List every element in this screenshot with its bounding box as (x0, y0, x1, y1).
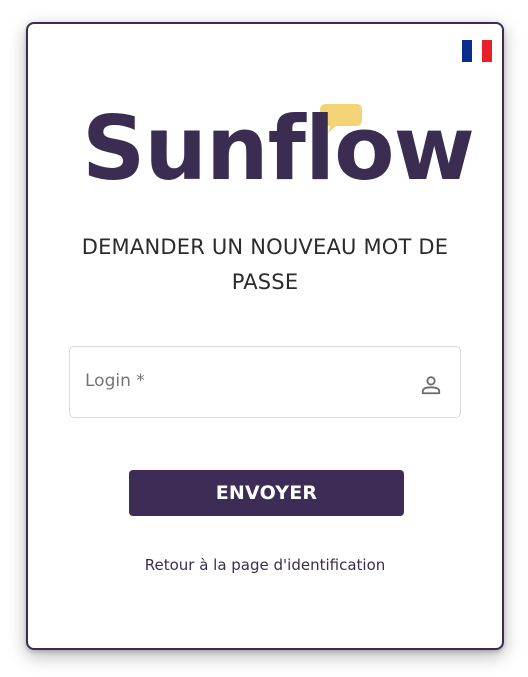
flag-red-stripe (482, 40, 492, 62)
sunflow-logo: Sunflow (82, 104, 475, 194)
page-title: DEMANDER UN NOUVEAU MOT DE PASSE (81, 235, 449, 294)
submit-button[interactable]: ENVOYER (129, 470, 404, 516)
flag-white-stripe (472, 40, 482, 62)
logo-text: Sunflow (82, 97, 475, 200)
back-to-login-link[interactable]: Retour à la page d'identification (48, 556, 482, 574)
password-reset-card: Sunflow DEMANDER UN NOUVEAU MOT DE PASSE… (26, 22, 504, 650)
flag-blue-stripe (462, 40, 472, 62)
person-icon (421, 376, 441, 395)
french-flag-language-selector[interactable] (462, 40, 492, 62)
login-field[interactable]: Login * (69, 346, 461, 418)
login-field-label: Login * (85, 371, 145, 391)
